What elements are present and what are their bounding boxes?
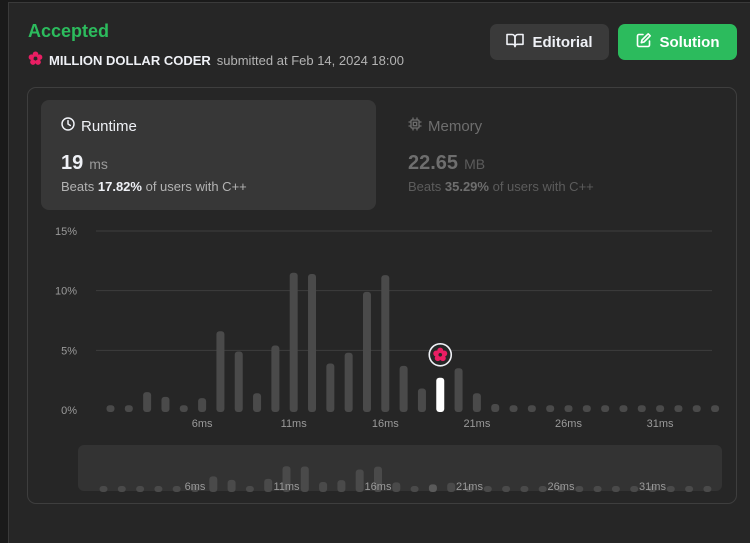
submission-info: MILLION DOLLAR CODER submitted at Feb 14… — [28, 51, 404, 69]
runtime-beats-prefix: Beats — [61, 179, 95, 194]
editorial-button[interactable]: Editorial — [490, 24, 609, 60]
runtime-beats-suffix: of users with C++ — [145, 179, 247, 194]
memory-beats-suffix: of users with C++ — [492, 179, 594, 194]
editorial-label: Editorial — [532, 33, 593, 51]
book-icon — [506, 32, 525, 52]
solution-label: Solution — [659, 33, 720, 51]
solution-button[interactable]: Solution — [618, 24, 737, 60]
memory-beats-pct: 35.29% — [444, 179, 489, 194]
runtime-value-row: 19 ms — [61, 152, 108, 175]
chip-icon — [408, 117, 422, 135]
clock-icon — [61, 117, 75, 135]
memory-beats: Beats 35.29% of users with C++ — [408, 179, 594, 194]
runtime-title: Runtime — [61, 117, 137, 135]
memory-card[interactable]: Memory 22.65 MB Beats 35.29% of users wi… — [388, 100, 723, 210]
status-accepted: Accepted — [28, 21, 110, 41]
memory-value-row: 22.65 MB — [408, 152, 485, 175]
submitted-time: submitted at Feb 14, 2024 18:00 — [216, 52, 404, 68]
memory-unit: MB — [464, 156, 486, 172]
runtime-beats-pct: 17.82% — [97, 179, 142, 194]
submitter-name[interactable]: MILLION DOLLAR CODER — [49, 53, 211, 68]
edit-icon — [636, 32, 652, 52]
runtime-card[interactable]: Runtime 19 ms Beats 17.82% of users with… — [41, 100, 376, 210]
memory-beats-prefix: Beats — [408, 179, 442, 194]
runtime-beats: Beats 17.82% of users with C++ — [61, 179, 247, 194]
runtime-title-label: Runtime — [81, 117, 137, 135]
memory-value: 22.65 — [408, 152, 459, 174]
user-avatar-icon[interactable] — [28, 51, 43, 69]
runtime-value: 19 — [61, 152, 84, 174]
distribution-overview-slider[interactable] — [78, 445, 722, 491]
memory-title-label: Memory — [428, 117, 483, 135]
memory-title: Memory — [408, 117, 482, 135]
runtime-unit: ms — [89, 156, 108, 172]
